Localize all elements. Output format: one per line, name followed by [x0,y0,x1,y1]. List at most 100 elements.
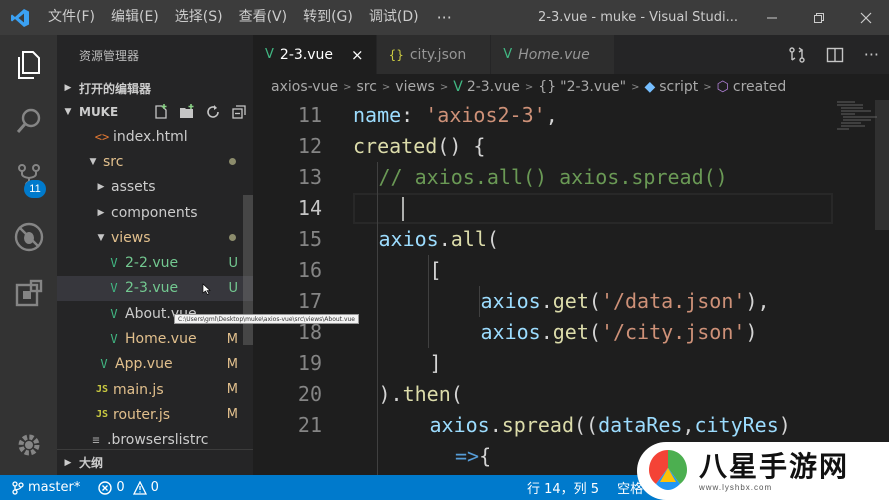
breadcrumb-item[interactable]: "2-3.vue" [560,79,626,95]
tree-item-label: Home.vue [125,331,197,348]
folder-label: MUKE [79,105,119,119]
line-number: 11 [297,103,322,127]
chevron-right-icon: ▶ [64,83,72,93]
line-number: 13 [297,165,322,189]
tree-item-components[interactable]: ▶ components [57,200,253,225]
breadcrumb-item[interactable]: 2-3.vue [467,79,520,95]
branch-name: master* [28,480,81,495]
code-line: axios.spread((dataRes,cityRes) [429,413,791,437]
tab-label: Home.vue [518,46,590,63]
tree-item-label: index.html [113,128,188,145]
chevron-down-icon: ▼ [97,232,105,243]
minimap[interactable] [837,100,879,160]
warning-icon [132,480,147,495]
vue-file-icon: V [110,281,118,296]
vue-file-icon: V [110,332,118,347]
window-controls [748,0,889,35]
explorer-activity-button[interactable] [0,37,57,93]
breadcrumb-item[interactable]: src [356,79,376,95]
warning-count: 0 [150,480,159,495]
refresh-icon[interactable] [205,104,221,120]
open-changes-icon[interactable] [788,46,806,64]
line-number: 20 [297,382,322,406]
split-editor-icon[interactable] [826,46,844,64]
tree-item-2-3-vue[interactable]: V 2-3.vue U [57,275,253,302]
tree-item-label: .browserslistrc [107,432,209,449]
collapse-all-icon[interactable] [231,104,247,120]
breadcrumb-item[interactable]: axios-vue [271,79,338,95]
tree-item-home-vue[interactable]: V Home.vue M [57,326,253,351]
code-line: ] [429,351,442,375]
restore-button[interactable] [795,0,842,35]
tree-item-index-html[interactable]: <> index.html [57,124,253,149]
tab-label: city.json [409,46,467,63]
tree-item-src[interactable]: ▼ src [57,149,253,174]
tree-item-views[interactable]: ▼ views [57,225,253,250]
extensions-activity-button[interactable] [0,265,57,321]
tab-home-vue[interactable]: V Home.vue [491,35,615,74]
error-count: 0 [116,480,125,495]
menu-debug[interactable]: 调试(D) [361,0,427,35]
tree-item-2-2-vue[interactable]: V 2-2.vue U [57,250,253,275]
tree-item-router-js[interactable]: JS router.js M [57,402,253,427]
json-file-icon: {} [388,47,404,62]
config-file-icon: ≡ [92,433,100,448]
gear-icon [18,434,39,456]
tree-item-label: components [111,204,198,221]
vscode-logo-icon [0,0,40,35]
debug-activity-button[interactable] [0,209,57,265]
menu-go[interactable]: 转到(G) [295,0,361,35]
breadcrumb-item[interactable]: views [395,79,435,95]
cursor-position[interactable]: 行 14，列 5 [527,478,599,497]
code-line: axios.get('/data.json'), [480,289,770,313]
tree-item-main-js[interactable]: JS main.js M [57,377,253,402]
folder-section[interactable]: ▼ MUKE [57,100,253,124]
more-actions-icon[interactable]: ··· [864,45,879,64]
git-branch-status[interactable]: master* [12,480,80,495]
menu-edit[interactable]: 编辑(E) [103,0,167,35]
tree-item-app-vue[interactable]: V App.vue M [57,352,253,377]
code-line: name: 'axios2-3', [353,103,558,127]
menu-selection[interactable]: 选择(S) [167,0,231,35]
problems-status[interactable]: 0 0 [98,480,159,495]
tree-item-assets[interactable]: ▶ assets [57,175,253,200]
new-file-icon[interactable] [153,104,169,120]
error-icon [98,480,113,495]
code-line: axios.all( [378,227,499,251]
tree-item-label: views [111,229,151,246]
modified-dot-icon [229,234,236,242]
explorer-title: 资源管理器 [79,49,140,63]
close-window-button[interactable] [842,0,889,35]
menu-view[interactable]: 查看(V) [231,0,296,35]
breadcrumb-item[interactable]: created [733,79,786,95]
tree-item-label: 2-3.vue [125,280,179,297]
new-folder-icon[interactable] [179,104,195,120]
code-editor[interactable]: 11 12 13 14 15 16 17 18 19 20 21 name: '… [253,100,889,475]
js-file-icon: JS [95,409,109,421]
menu-file[interactable]: 文件(F) [40,0,103,35]
minimize-button[interactable] [748,0,795,35]
outline-section[interactable]: ▶ 大纲 [57,449,253,475]
untracked-status: U [228,255,238,271]
title-bar: 文件(F) 编辑(E) 选择(S) 查看(V) 转到(G) 调试(D) ··· … [0,0,889,35]
line-number: 17 [297,289,322,313]
watermark-url: www.lyshbx.com [699,482,773,492]
editor-scrollbar[interactable] [875,100,889,230]
search-activity-button[interactable] [0,93,57,149]
tab-city-json[interactable]: {} city.json [376,35,492,74]
tab-2-3-vue[interactable]: V 2-3.vue × [253,35,377,74]
close-tab-icon[interactable]: × [351,46,364,64]
tree-item-label: router.js [113,406,171,423]
breadcrumb-item[interactable]: script [659,79,698,95]
chevron-right-icon: ▶ [64,457,72,468]
restore-icon [813,12,824,23]
watermark-name: 八星手游网 [699,449,850,483]
outline-label: 大纲 [79,456,104,470]
menu-more-button[interactable]: ··· [427,8,462,27]
open-editors-section[interactable]: ▶ 打开的编辑器 [57,76,253,100]
tab-label: 2-3.vue [279,46,333,63]
tree-item-label: 2-2.vue [125,255,179,272]
editor-actions: ··· [788,35,879,74]
manage-activity-button[interactable] [0,417,57,473]
status-right: 行 14，列 5 空格 [527,475,643,500]
